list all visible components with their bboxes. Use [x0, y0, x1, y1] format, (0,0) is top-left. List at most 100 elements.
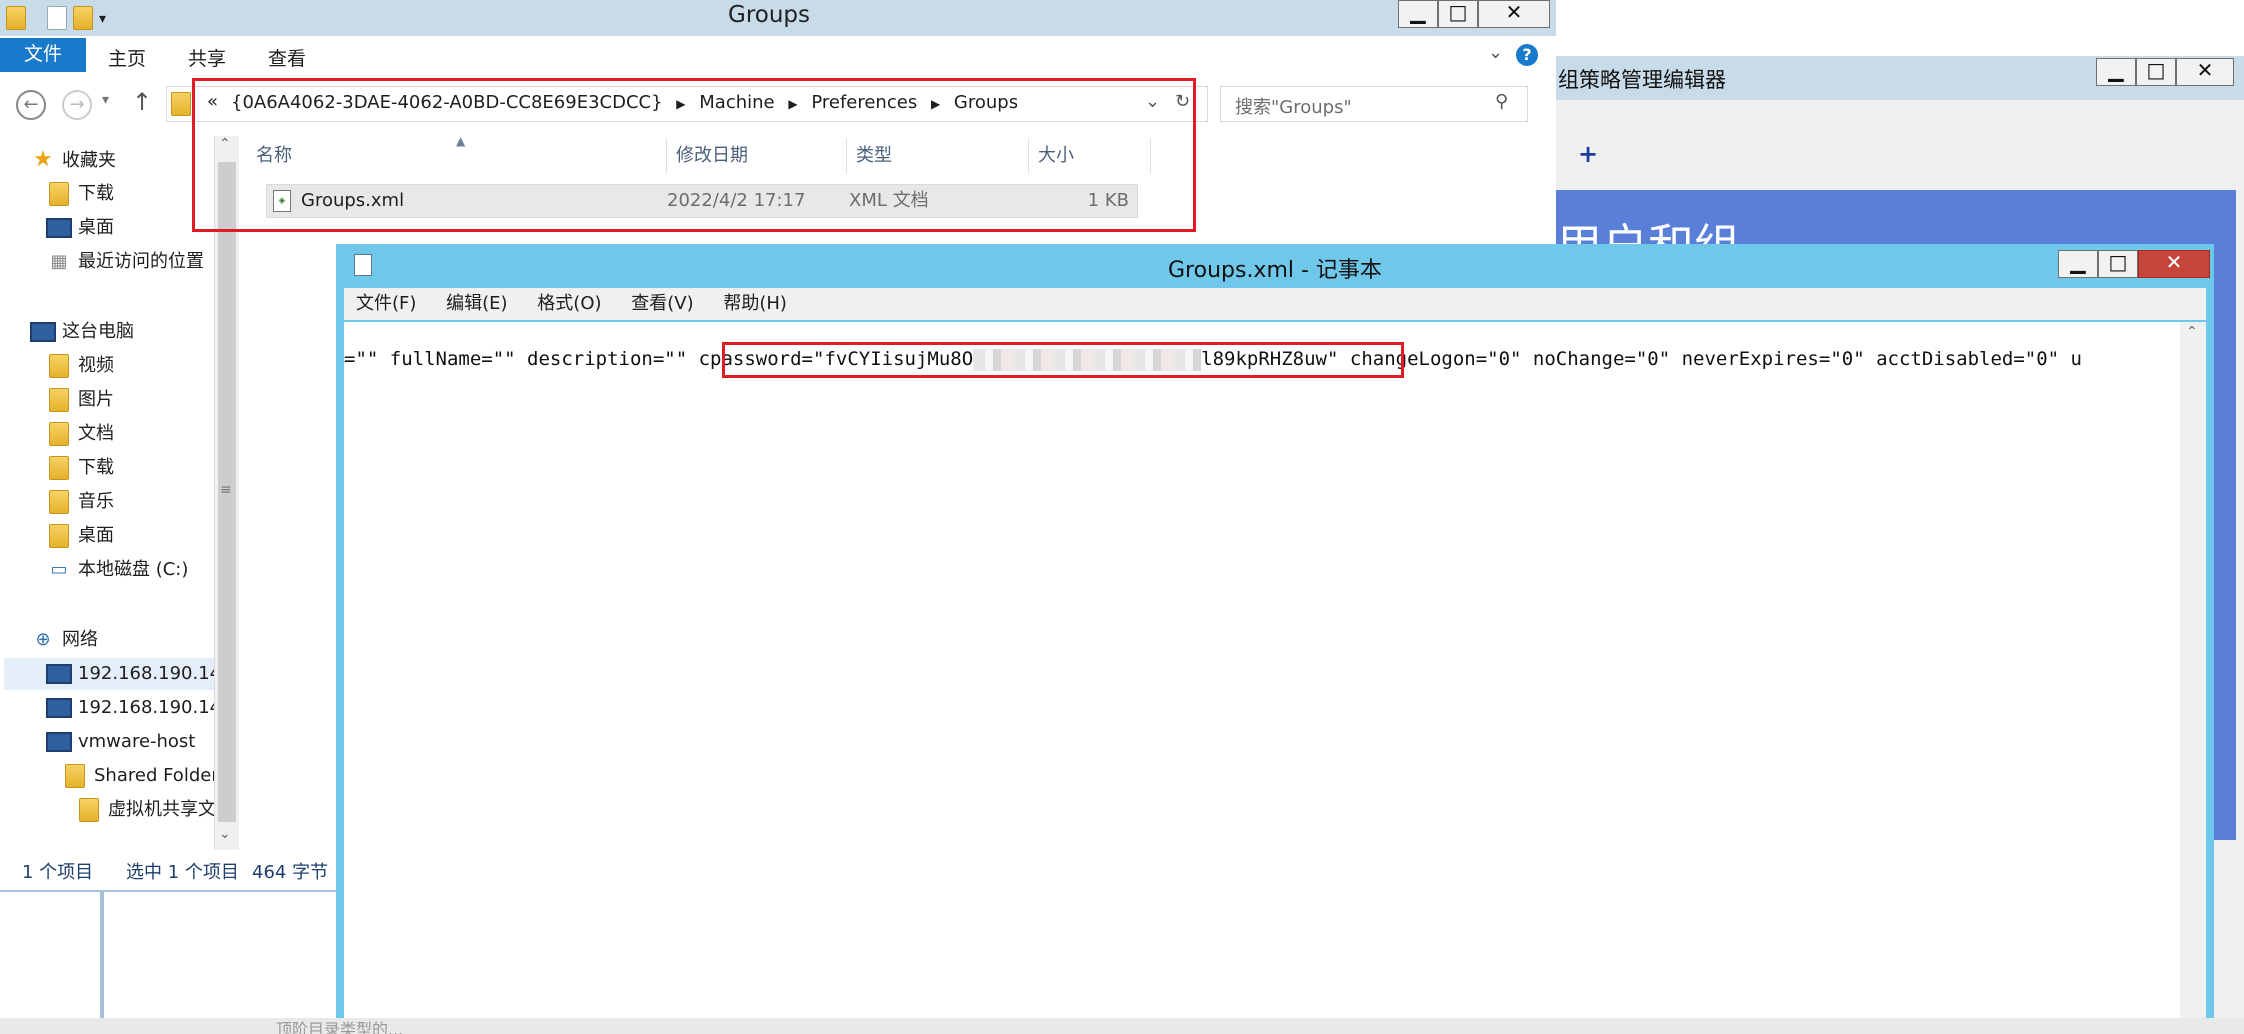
tab-share[interactable]: 共享 [188, 44, 226, 71]
nav-item-music[interactable]: 音乐 [46, 486, 114, 518]
nav-favorites-label: 收藏夹 [62, 150, 116, 171]
explorer-titlebar[interactable]: ▾ Groups ▁ □ ✕ [0, 0, 1556, 36]
text-after: changeLogon="0" noChange="0" neverExpire… [1338, 348, 2082, 370]
nav-network[interactable]: ⊕ 网络 [30, 624, 98, 656]
back-button[interactable]: ← [16, 90, 46, 120]
notepad-scrollbar[interactable]: ⌃ [2180, 322, 2206, 1034]
pictures-folder-icon [49, 388, 69, 412]
nav-item-label: Shared Folders [94, 765, 216, 786]
notepad-menubar: 文件(F) 编辑(E) 格式(O) 查看(V) 帮助(H) [344, 288, 2206, 320]
videos-folder-icon [49, 354, 69, 378]
menu-file[interactable]: 文件(F) [344, 288, 428, 320]
recent-places-icon: ▦ [50, 251, 68, 272]
scroll-down-icon[interactable]: ⌄ [219, 826, 231, 842]
nav-item-host-143[interactable]: 192.168.190.143 [46, 692, 216, 724]
properties-icon[interactable] [47, 6, 68, 30]
status-selected: 选中 1 个项目 [126, 862, 239, 883]
nav-scroll-thumb[interactable]: ≡ [218, 162, 236, 822]
menu-view[interactable]: 查看(V) [619, 288, 705, 320]
menu-help[interactable]: 帮助(H) [711, 288, 799, 320]
ribbon-expand-icon[interactable]: ⌄ [1488, 42, 1503, 63]
desktop-icon [46, 218, 72, 238]
highlight-box-cpassword [722, 342, 1404, 378]
nav-item-videos[interactable]: 视频 [46, 350, 114, 382]
nav-item-vm-share[interactable]: 虚拟机共享文件夹 [76, 794, 216, 826]
nav-item-shared-folders[interactable]: Shared Folders [62, 760, 216, 792]
nav-item-label: 文档 [78, 423, 114, 444]
notepad-window: Groups.xml - 记事本 ▁ □ ✕ 文件(F) 编辑(E) 格式(O)… [336, 244, 2214, 1034]
search-icon[interactable]: ⚲ [1495, 91, 1508, 112]
network-icon: ⊕ [35, 629, 51, 650]
scroll-up-icon[interactable]: ⌃ [2186, 324, 2198, 340]
nav-item-pictures[interactable]: 图片 [46, 384, 114, 416]
nav-this-pc[interactable]: 这台电脑 [30, 316, 134, 348]
status-bytes: 464 字节 [252, 862, 329, 883]
nav-item-label: 视频 [78, 355, 114, 376]
search-input[interactable]: 搜索"Groups" [1235, 93, 1352, 119]
gpo-maximize-button[interactable]: □ [2136, 58, 2176, 86]
network-computer-icon [46, 698, 72, 718]
recent-locations-icon[interactable]: ▾ [102, 92, 109, 108]
nav-item-downloads[interactable]: 下载 [46, 178, 114, 210]
explorer-maximize-button[interactable]: □ [1438, 0, 1478, 28]
navigation-pane: ★ 收藏夹 下载 桌面 ▦ 最近访问的位置 这台电脑 视频 图片 文档 下载 音乐 … [0, 140, 216, 850]
tab-view[interactable]: 查看 [268, 44, 306, 71]
nav-item-downloads-pc[interactable]: 下载 [46, 452, 114, 484]
network-computer-icon [46, 732, 72, 752]
nav-item-label: 下载 [78, 457, 114, 478]
status-bar: 1 个项目 选中 1 个项目 464 字节 [0, 850, 340, 890]
add-icon[interactable]: + [1578, 140, 1598, 168]
status-count: 1 个项目 [22, 862, 94, 883]
menu-format[interactable]: 格式(O) [525, 288, 613, 320]
nav-item-label: 192.168.190.143 [78, 697, 216, 718]
nav-item-label: 本地磁盘 (C:) [78, 559, 189, 580]
computer-icon [30, 322, 56, 342]
nav-item-vmware-host[interactable]: vmware-host [46, 726, 195, 758]
notepad-titlebar[interactable]: Groups.xml - 记事本 ▁ □ ✕ [336, 244, 2214, 284]
notepad-minimize-button[interactable]: ▁ [2058, 250, 2098, 278]
explorer-close-button[interactable]: ✕ [1478, 0, 1550, 28]
nav-item-label: 桌面 [78, 217, 114, 238]
forward-button[interactable]: → [62, 90, 92, 120]
desktop-folder-icon [49, 524, 69, 548]
drive-icon: ▭ [50, 559, 68, 580]
background-window-edge [100, 892, 114, 1034]
ribbon-tabs: 文件 主页 共享 查看 ⌄ ? [0, 36, 1556, 73]
folder-icon [6, 6, 26, 30]
menu-edit[interactable]: 编辑(E) [434, 288, 519, 320]
notepad-close-button[interactable]: ✕ [2138, 250, 2210, 278]
notepad-maximize-button[interactable]: □ [2098, 250, 2138, 278]
new-folder-icon[interactable] [73, 6, 94, 30]
help-icon[interactable]: ? [1516, 44, 1538, 66]
nav-item-local-disk[interactable]: ▭ 本地磁盘 (C:) [46, 554, 188, 586]
gpo-titlebar[interactable]: 组策略管理编辑器 ▁ □ ✕ [1556, 56, 2244, 100]
tab-home[interactable]: 主页 [108, 44, 146, 71]
notepad-editor[interactable]: ="" fullName="" description="" cpassword… [344, 322, 2180, 1034]
gpo-close-button[interactable]: ✕ [2176, 58, 2234, 86]
up-button[interactable]: ↑ [132, 88, 152, 116]
nav-item-recent[interactable]: ▦ 最近访问的位置 [46, 246, 204, 278]
text-before: ="" fullName="" description="" [344, 348, 699, 370]
nav-network-label: 网络 [62, 629, 98, 650]
search-box[interactable]: 搜索"Groups" ⚲ [1220, 86, 1528, 122]
nav-item-label: vmware-host [78, 731, 196, 752]
customize-toolbar-icon[interactable]: ▾ [99, 11, 106, 27]
gpo-minimize-button[interactable]: ▁ [2096, 58, 2136, 86]
gpo-title: 组策略管理编辑器 [1558, 68, 1726, 92]
nav-item-desktop[interactable]: 桌面 [46, 212, 114, 244]
nav-item-desktop-pc[interactable]: 桌面 [46, 520, 114, 552]
tab-file-label: 文件 [23, 43, 62, 65]
vm-share-folder-icon [79, 798, 99, 822]
nav-item-label: 桌面 [78, 525, 114, 546]
nav-favorites[interactable]: ★ 收藏夹 [30, 144, 116, 176]
nav-item-host-142[interactable]: 192.168.190.142 [4, 658, 216, 690]
documents-folder-icon [49, 422, 69, 446]
nav-item-documents[interactable]: 文档 [46, 418, 114, 450]
shared-folder-icon [65, 764, 85, 788]
tab-file[interactable]: 文件 [0, 38, 86, 72]
gpo-top-strip [1556, 0, 2244, 57]
nav-item-label: 音乐 [78, 491, 114, 512]
downloads-folder-icon [49, 182, 69, 206]
explorer-minimize-button[interactable]: ▁ [1398, 0, 1438, 28]
nav-scrollbar[interactable]: ⌃ ≡ ⌄ [214, 136, 239, 850]
